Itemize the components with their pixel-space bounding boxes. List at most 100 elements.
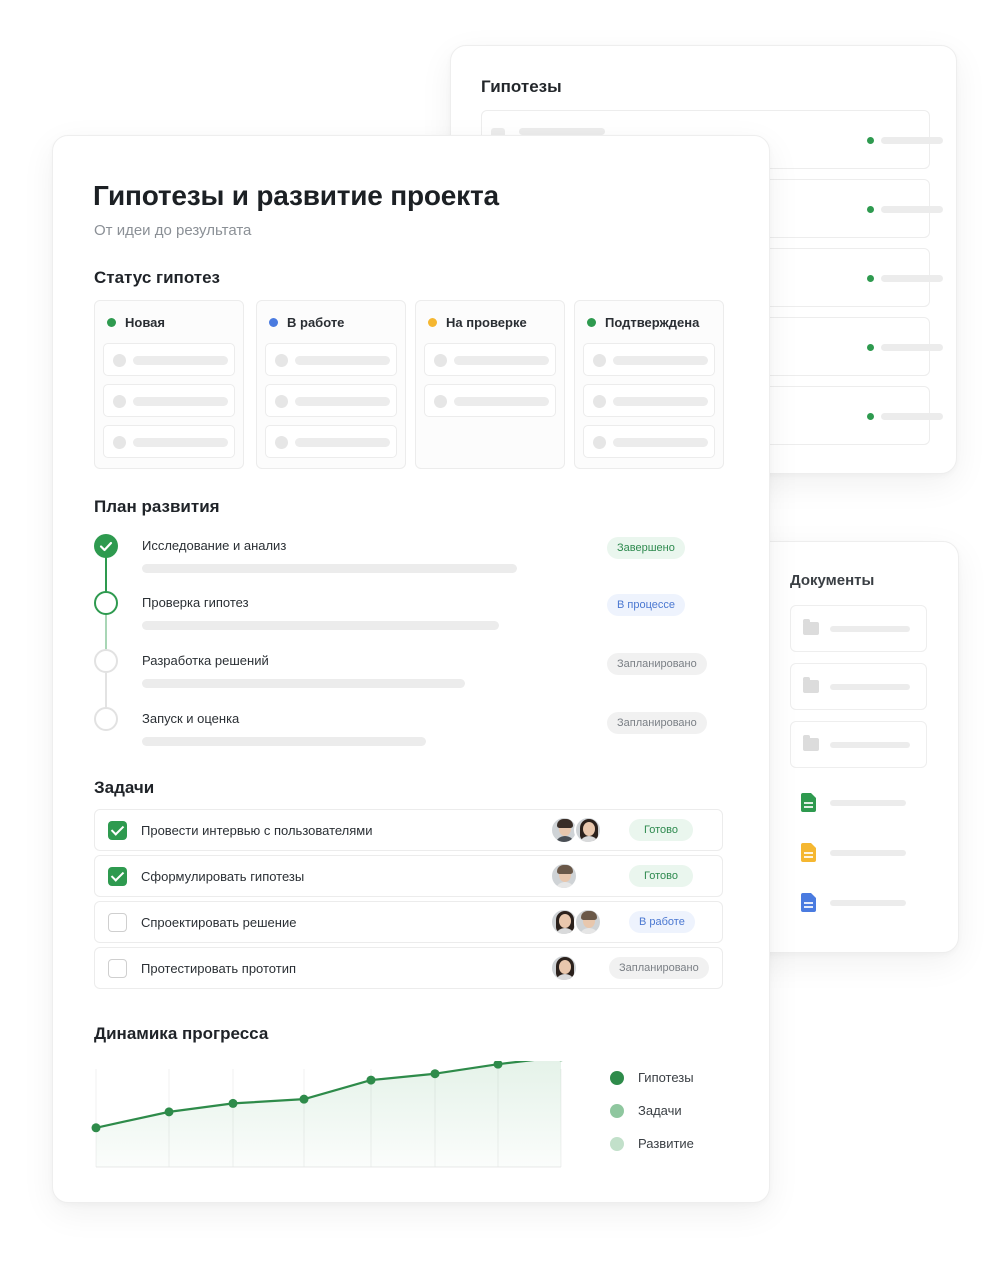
hypothesis-card[interactable]: [583, 425, 715, 458]
avatar-placeholder: [113, 354, 126, 367]
step-label: Разработка решений: [142, 653, 269, 668]
legend-marker: [610, 1070, 624, 1085]
text-placeholder: [830, 684, 910, 690]
status-column-new[interactable]: Новая: [94, 300, 244, 469]
status-dot: [867, 275, 874, 282]
hypotheses-panel-title: Гипотезы: [481, 77, 562, 96]
status-column-confirmed[interactable]: Подтверждена: [574, 300, 724, 469]
legend-item: Гипотезы: [610, 1070, 694, 1085]
status-column-header: Новая: [107, 315, 165, 330]
plan-section-title: План развития: [94, 497, 220, 516]
task-label: Протестировать прототип: [141, 961, 296, 976]
status-dot: [867, 413, 874, 420]
task-row[interactable]: Сформулировать гипотезы Готово: [94, 855, 723, 897]
hypothesis-card[interactable]: [103, 384, 235, 417]
avatar: [550, 862, 578, 890]
progress-line-chart: [91, 1061, 563, 1168]
task-label: Провести интервью с пользователями: [141, 823, 373, 838]
file-row[interactable]: [801, 841, 931, 865]
status-column-in-progress[interactable]: В работе: [256, 300, 406, 469]
legend-label: Гипотезы: [638, 1070, 694, 1085]
status-badge: Готово: [629, 819, 693, 841]
legend-label: Задачи: [638, 1103, 682, 1118]
text-placeholder: [830, 900, 906, 906]
task-label: Спроектировать решение: [141, 915, 297, 930]
avatar-placeholder: [434, 354, 447, 367]
text-placeholder: [295, 356, 390, 365]
status-badge: В процессе: [607, 594, 685, 616]
task-checkbox-unchecked[interactable]: [108, 959, 127, 978]
status-badge: Завершено: [607, 537, 685, 559]
hypothesis-card[interactable]: [103, 425, 235, 458]
main-card: Гипотезы и развитие проекта От идеи до р…: [52, 135, 770, 1203]
folder-icon: [803, 619, 819, 635]
status-column-review[interactable]: На проверке: [415, 300, 565, 469]
hypothesis-card[interactable]: [265, 425, 397, 458]
text-placeholder: [613, 438, 708, 447]
status-dot: [867, 344, 874, 351]
task-label: Сформулировать гипотезы: [141, 869, 305, 884]
status-badge: Запланировано: [609, 957, 709, 979]
hypothesis-card[interactable]: [424, 343, 556, 376]
status-badge: Запланировано: [607, 712, 707, 734]
task-checkbox-unchecked[interactable]: [108, 913, 127, 932]
status-dot: [107, 318, 116, 327]
data-point: [430, 1069, 440, 1079]
text-placeholder: [454, 356, 549, 365]
text-placeholder: [454, 397, 549, 406]
data-point: [366, 1075, 376, 1085]
legend-label: Развитие: [638, 1136, 694, 1151]
hypothesis-card[interactable]: [424, 384, 556, 417]
status-badge: Готово: [629, 865, 693, 887]
step-done-icon: [94, 534, 118, 558]
task-row[interactable]: Спроектировать решение В работе: [94, 901, 723, 943]
hypothesis-card[interactable]: [583, 343, 715, 376]
hypothesis-card[interactable]: [265, 384, 397, 417]
task-row[interactable]: Провести интервью с пользователями Готов…: [94, 809, 723, 851]
legend-marker: [610, 1103, 624, 1118]
step-label: Исследование и анализ: [142, 538, 287, 553]
status-dot: [867, 206, 874, 213]
step-planned-icon: [94, 707, 118, 731]
avatar-placeholder: [593, 395, 606, 408]
status-column-header: В работе: [269, 315, 344, 330]
text-placeholder: [830, 850, 906, 856]
file-row[interactable]: [801, 791, 931, 815]
data-point: [299, 1094, 309, 1104]
folder-icon: [803, 735, 819, 751]
text-placeholder: [142, 621, 499, 630]
status-column-label: В работе: [287, 315, 345, 330]
text-placeholder: [830, 800, 906, 806]
hypothesis-card[interactable]: [265, 343, 397, 376]
status-badge: В работе: [629, 911, 695, 933]
status-column-header: На проверке: [428, 315, 527, 330]
avatar-placeholder: [113, 395, 126, 408]
avatar: [574, 816, 602, 844]
text-placeholder: [519, 128, 605, 135]
text-placeholder: [881, 206, 943, 213]
text-placeholder: [881, 413, 943, 420]
folder-row[interactable]: [790, 663, 927, 710]
status-dot: [269, 318, 278, 327]
task-checkbox-checked[interactable]: [108, 821, 127, 840]
documents-panel-title: Документы: [790, 572, 875, 589]
avatar-placeholder: [593, 354, 606, 367]
assignees: [550, 908, 602, 936]
hypothesis-card[interactable]: [583, 384, 715, 417]
folder-row[interactable]: [790, 605, 927, 652]
folder-row[interactable]: [790, 721, 927, 768]
status-column-label: Новая: [125, 315, 165, 330]
hypothesis-card[interactable]: [103, 343, 235, 376]
status-column-label: Подтверждена: [605, 315, 700, 330]
text-placeholder: [830, 626, 910, 632]
task-row[interactable]: Протестировать прототип Запланировано: [94, 947, 723, 989]
data-point: [164, 1107, 174, 1117]
page-title: Гипотезы и развитие проекта: [93, 180, 499, 211]
step-planned-icon: [94, 649, 118, 673]
status-dot: [428, 318, 437, 327]
avatar-placeholder: [593, 436, 606, 449]
task-checkbox-checked[interactable]: [108, 867, 127, 886]
text-placeholder: [613, 397, 708, 406]
assignees: [550, 816, 602, 844]
file-row[interactable]: [801, 891, 931, 915]
